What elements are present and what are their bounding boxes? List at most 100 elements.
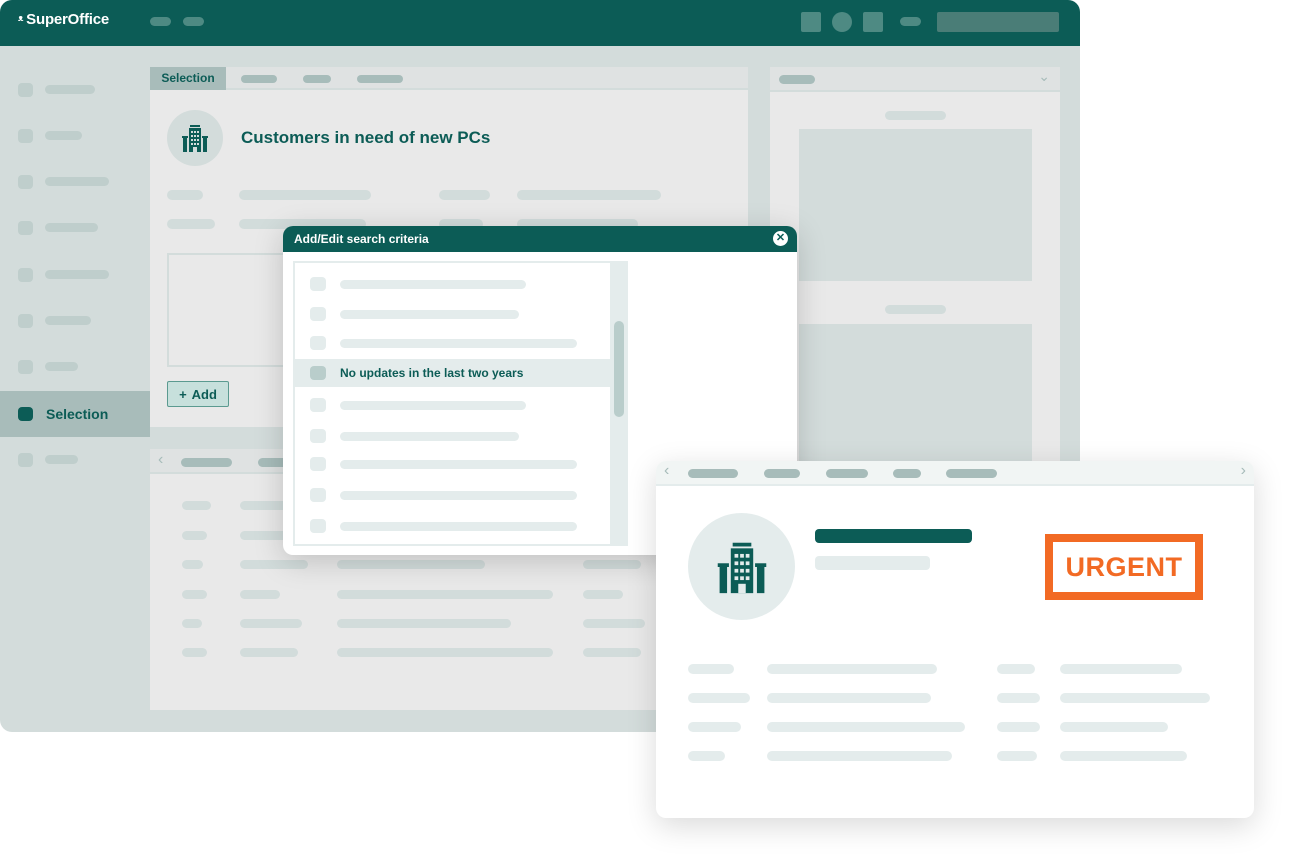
brand-name: SuperOffice (26, 11, 109, 28)
criterion-label (340, 432, 519, 441)
field-label (688, 722, 741, 732)
checkbox[interactable] (310, 366, 326, 380)
criterion-label (340, 339, 577, 348)
sidebar-item[interactable] (0, 67, 150, 113)
checkbox[interactable] (310, 307, 326, 321)
list-item[interactable] (295, 450, 613, 478)
checkbox[interactable] (310, 277, 326, 291)
urgent-badge: URGENT (1045, 534, 1203, 600)
sidebar-item-icon (18, 453, 33, 467)
search-input[interactable] (937, 12, 1059, 32)
close-icon[interactable]: ✕ (773, 231, 788, 246)
sidebar-item-selection[interactable]: Selection (0, 391, 150, 437)
sidebar-item-label (45, 316, 91, 325)
add-label: Add (191, 386, 217, 402)
image-placeholder (799, 324, 1032, 467)
field-value (767, 722, 965, 732)
sidebar-item-label (45, 362, 78, 371)
scrollbar[interactable] (610, 263, 626, 544)
building-icon (182, 125, 208, 152)
tab[interactable] (181, 458, 232, 467)
company-subtitle (815, 556, 930, 570)
checkbox[interactable] (310, 336, 326, 350)
criteria-box (167, 253, 297, 367)
checkbox[interactable] (310, 519, 326, 533)
preview-header[interactable]: ⌄ (770, 67, 1060, 92)
plus-icon: + (179, 386, 187, 402)
list-item[interactable] (295, 481, 613, 509)
list-item[interactable] (295, 422, 613, 450)
toolbar-placeholder[interactable] (900, 17, 921, 26)
field-label (439, 190, 490, 200)
tab[interactable] (688, 469, 738, 478)
sidebar-item[interactable] (0, 437, 150, 483)
sidebar-item[interactable] (0, 298, 150, 344)
tab[interactable] (893, 469, 921, 478)
sidebar-item-label (45, 131, 82, 140)
list-item-selected[interactable]: No updates in the last two years (295, 359, 613, 387)
toolbar-icon[interactable] (832, 12, 852, 32)
chevron-right-icon[interactable]: › (1241, 462, 1246, 480)
scrollbar-thumb[interactable] (614, 321, 624, 417)
dialog-header: Add/Edit search criteria ✕ (283, 226, 797, 252)
table-cell (182, 560, 203, 569)
field-value (767, 693, 931, 703)
tab[interactable] (946, 469, 997, 478)
field-value (767, 751, 952, 761)
checkbox[interactable] (310, 457, 326, 471)
table-cell (583, 648, 641, 657)
sidebar-item[interactable] (0, 344, 150, 390)
logo[interactable]: ᵜ SuperOffice (18, 11, 109, 28)
tab[interactable] (764, 469, 800, 478)
field-value (517, 190, 661, 200)
checkbox[interactable] (310, 429, 326, 443)
criterion-label (340, 491, 577, 500)
list-item[interactable] (295, 391, 613, 419)
tab[interactable] (826, 469, 868, 478)
table-cell (240, 648, 298, 657)
nav-placeholder[interactable] (183, 17, 204, 26)
sidebar-item-label: Selection (46, 406, 109, 422)
toolbar-icon[interactable] (863, 12, 883, 32)
tab-selection[interactable]: Selection (150, 67, 226, 90)
owl-logo-icon: ᵜ (18, 12, 24, 27)
chevron-left-icon[interactable]: ‹ (158, 451, 163, 469)
table-cell (240, 560, 308, 569)
table-cell (182, 531, 207, 540)
list-item[interactable] (295, 300, 613, 328)
field-label (997, 751, 1037, 761)
list-item[interactable] (295, 270, 613, 298)
list-item[interactable] (295, 512, 613, 540)
nav-placeholder[interactable] (150, 17, 171, 26)
toolbar-icon[interactable] (801, 12, 821, 32)
sidebar-item-icon (18, 268, 33, 282)
field-label (997, 693, 1040, 703)
tab[interactable] (241, 75, 277, 83)
image-caption (885, 305, 946, 314)
criterion-label: No updates in the last two years (340, 366, 524, 380)
sidebar-item-icon (18, 175, 33, 189)
criterion-label (340, 460, 577, 469)
field-label (167, 190, 203, 200)
company-avatar (167, 110, 223, 166)
preview-panel: ⌄ (770, 67, 1060, 467)
sidebar-item[interactable] (0, 113, 150, 159)
sidebar-item[interactable] (0, 252, 150, 298)
chevron-down-icon[interactable]: ⌄ (1038, 68, 1050, 85)
checkbox[interactable] (310, 398, 326, 412)
sidebar-item[interactable] (0, 159, 150, 205)
list-item[interactable] (295, 329, 613, 357)
top-bar: ᵜ SuperOffice (0, 0, 1080, 46)
checkbox[interactable] (310, 488, 326, 502)
table-cell (337, 590, 553, 599)
table-cell (182, 648, 207, 657)
tab[interactable] (357, 75, 403, 83)
table-cell (583, 560, 641, 569)
image-placeholder (799, 129, 1032, 281)
tab[interactable] (303, 75, 331, 83)
chevron-left-icon[interactable]: ‹ (664, 462, 669, 480)
table-cell (240, 590, 280, 599)
criteria-list: No updates in the last two years (293, 261, 628, 546)
sidebar-item[interactable] (0, 205, 150, 251)
add-button[interactable]: + Add (167, 381, 229, 407)
